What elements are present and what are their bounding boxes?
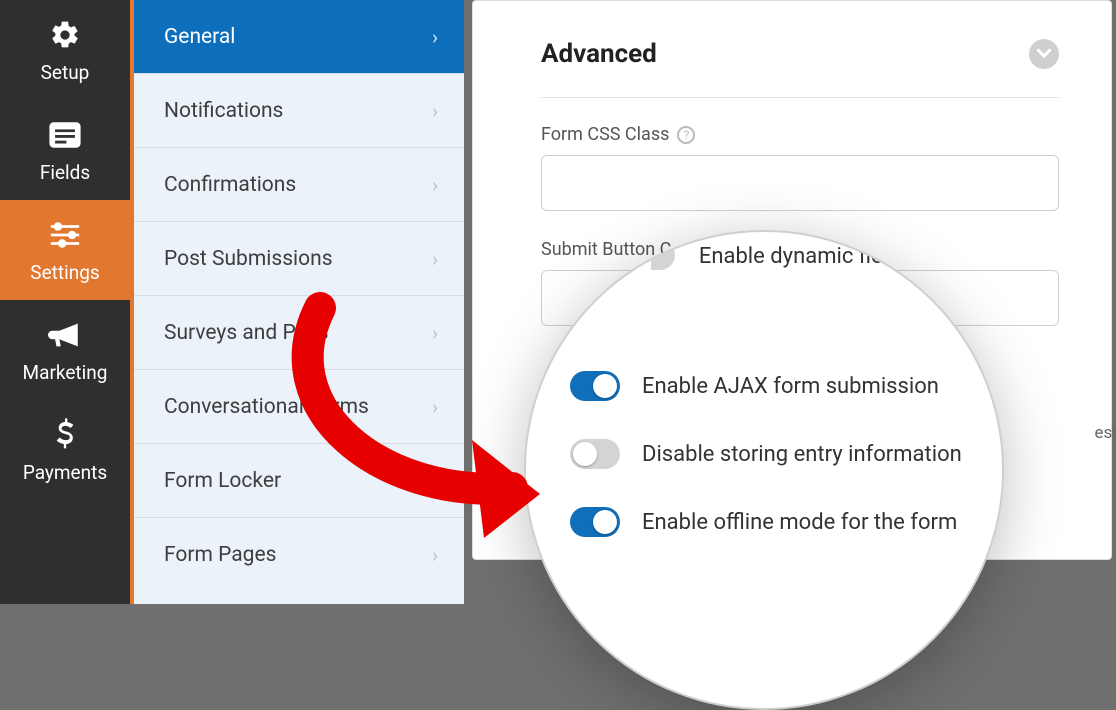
option-offline-mode[interactable]: Enable offline mode for the form bbox=[570, 488, 958, 556]
nav-label: Marketing bbox=[23, 361, 108, 384]
submenu-label: Confirmations bbox=[164, 173, 296, 197]
submenu-label: Form Locker bbox=[164, 469, 281, 493]
form-css-class-label: Form CSS Class ? bbox=[541, 124, 1059, 145]
chevron-right-icon: › bbox=[432, 99, 438, 123]
submenu-form-locker[interactable]: Form Locker › bbox=[134, 444, 464, 518]
panel-header[interactable]: Advanced bbox=[541, 39, 1059, 98]
submenu-confirmations[interactable]: Confirmations › bbox=[134, 148, 464, 222]
nav-marketing[interactable]: Marketing bbox=[0, 300, 130, 400]
nav-label: Payments bbox=[23, 461, 107, 484]
gear-icon bbox=[47, 17, 83, 53]
submenu-label: Post Submissions bbox=[164, 247, 333, 271]
chevron-right-icon: › bbox=[432, 173, 438, 197]
chevron-right-icon: › bbox=[432, 543, 438, 567]
toggle-disable-storing[interactable] bbox=[570, 439, 620, 469]
panel-title: Advanced bbox=[541, 39, 657, 69]
submenu-conversational-forms[interactable]: Conversational Forms › bbox=[134, 370, 464, 444]
submenu-label: Conversational Forms bbox=[164, 395, 369, 419]
nav-fields[interactable]: Fields bbox=[0, 100, 130, 200]
nav-rail: Setup Fields Settings Marketing Payments bbox=[0, 0, 130, 604]
option-disable-storing[interactable]: Disable storing entry information bbox=[570, 420, 958, 488]
nav-label: Settings bbox=[30, 261, 99, 284]
submenu-label: Notifications bbox=[164, 99, 283, 123]
sliders-icon bbox=[47, 217, 83, 253]
chevron-down-icon[interactable] bbox=[1029, 39, 1059, 69]
option-ajax-submission[interactable]: Enable AJAX form submission bbox=[570, 352, 958, 420]
submenu-general[interactable]: General › bbox=[134, 0, 464, 74]
settings-submenu: General › Notifications › Confirmations … bbox=[130, 0, 464, 604]
dollar-icon bbox=[47, 417, 83, 453]
chevron-right-icon: › bbox=[432, 247, 438, 271]
chevron-right-icon: › bbox=[432, 25, 438, 49]
nav-settings[interactable]: Settings bbox=[0, 200, 130, 300]
truncated-text: ess bbox=[1094, 423, 1116, 443]
submenu-post-submissions[interactable]: Post Submissions › bbox=[134, 222, 464, 296]
submenu-notifications[interactable]: Notifications › bbox=[134, 74, 464, 148]
list-icon bbox=[47, 117, 83, 153]
toggle-ajax[interactable] bbox=[570, 371, 620, 401]
chevron-right-icon: › bbox=[432, 469, 438, 493]
bullhorn-icon bbox=[47, 317, 83, 353]
chevron-right-icon: › bbox=[432, 321, 438, 345]
nav-payments[interactable]: Payments bbox=[0, 400, 130, 500]
submenu-surveys-polls[interactable]: Surveys and Polls › bbox=[134, 296, 464, 370]
nav-label: Setup bbox=[41, 61, 90, 84]
submenu-label: Form Pages bbox=[164, 543, 276, 567]
submenu-label: General bbox=[164, 25, 235, 49]
submenu-form-pages[interactable]: Form Pages › bbox=[134, 518, 464, 592]
chevron-right-icon: › bbox=[432, 395, 438, 419]
option-dynamic-fields: Enable dynamic fields popu bbox=[526, 242, 1002, 272]
nav-label: Fields bbox=[40, 161, 90, 184]
form-css-class-input[interactable] bbox=[541, 155, 1059, 211]
nav-setup[interactable]: Setup bbox=[0, 0, 130, 100]
submenu-label: Surveys and Polls bbox=[164, 321, 329, 345]
help-icon[interactable]: ? bbox=[677, 126, 695, 144]
magnifier-callout: Enable dynamic fields popu Enable AJAX f… bbox=[524, 230, 1004, 710]
toggle-offline-mode[interactable] bbox=[570, 507, 620, 537]
